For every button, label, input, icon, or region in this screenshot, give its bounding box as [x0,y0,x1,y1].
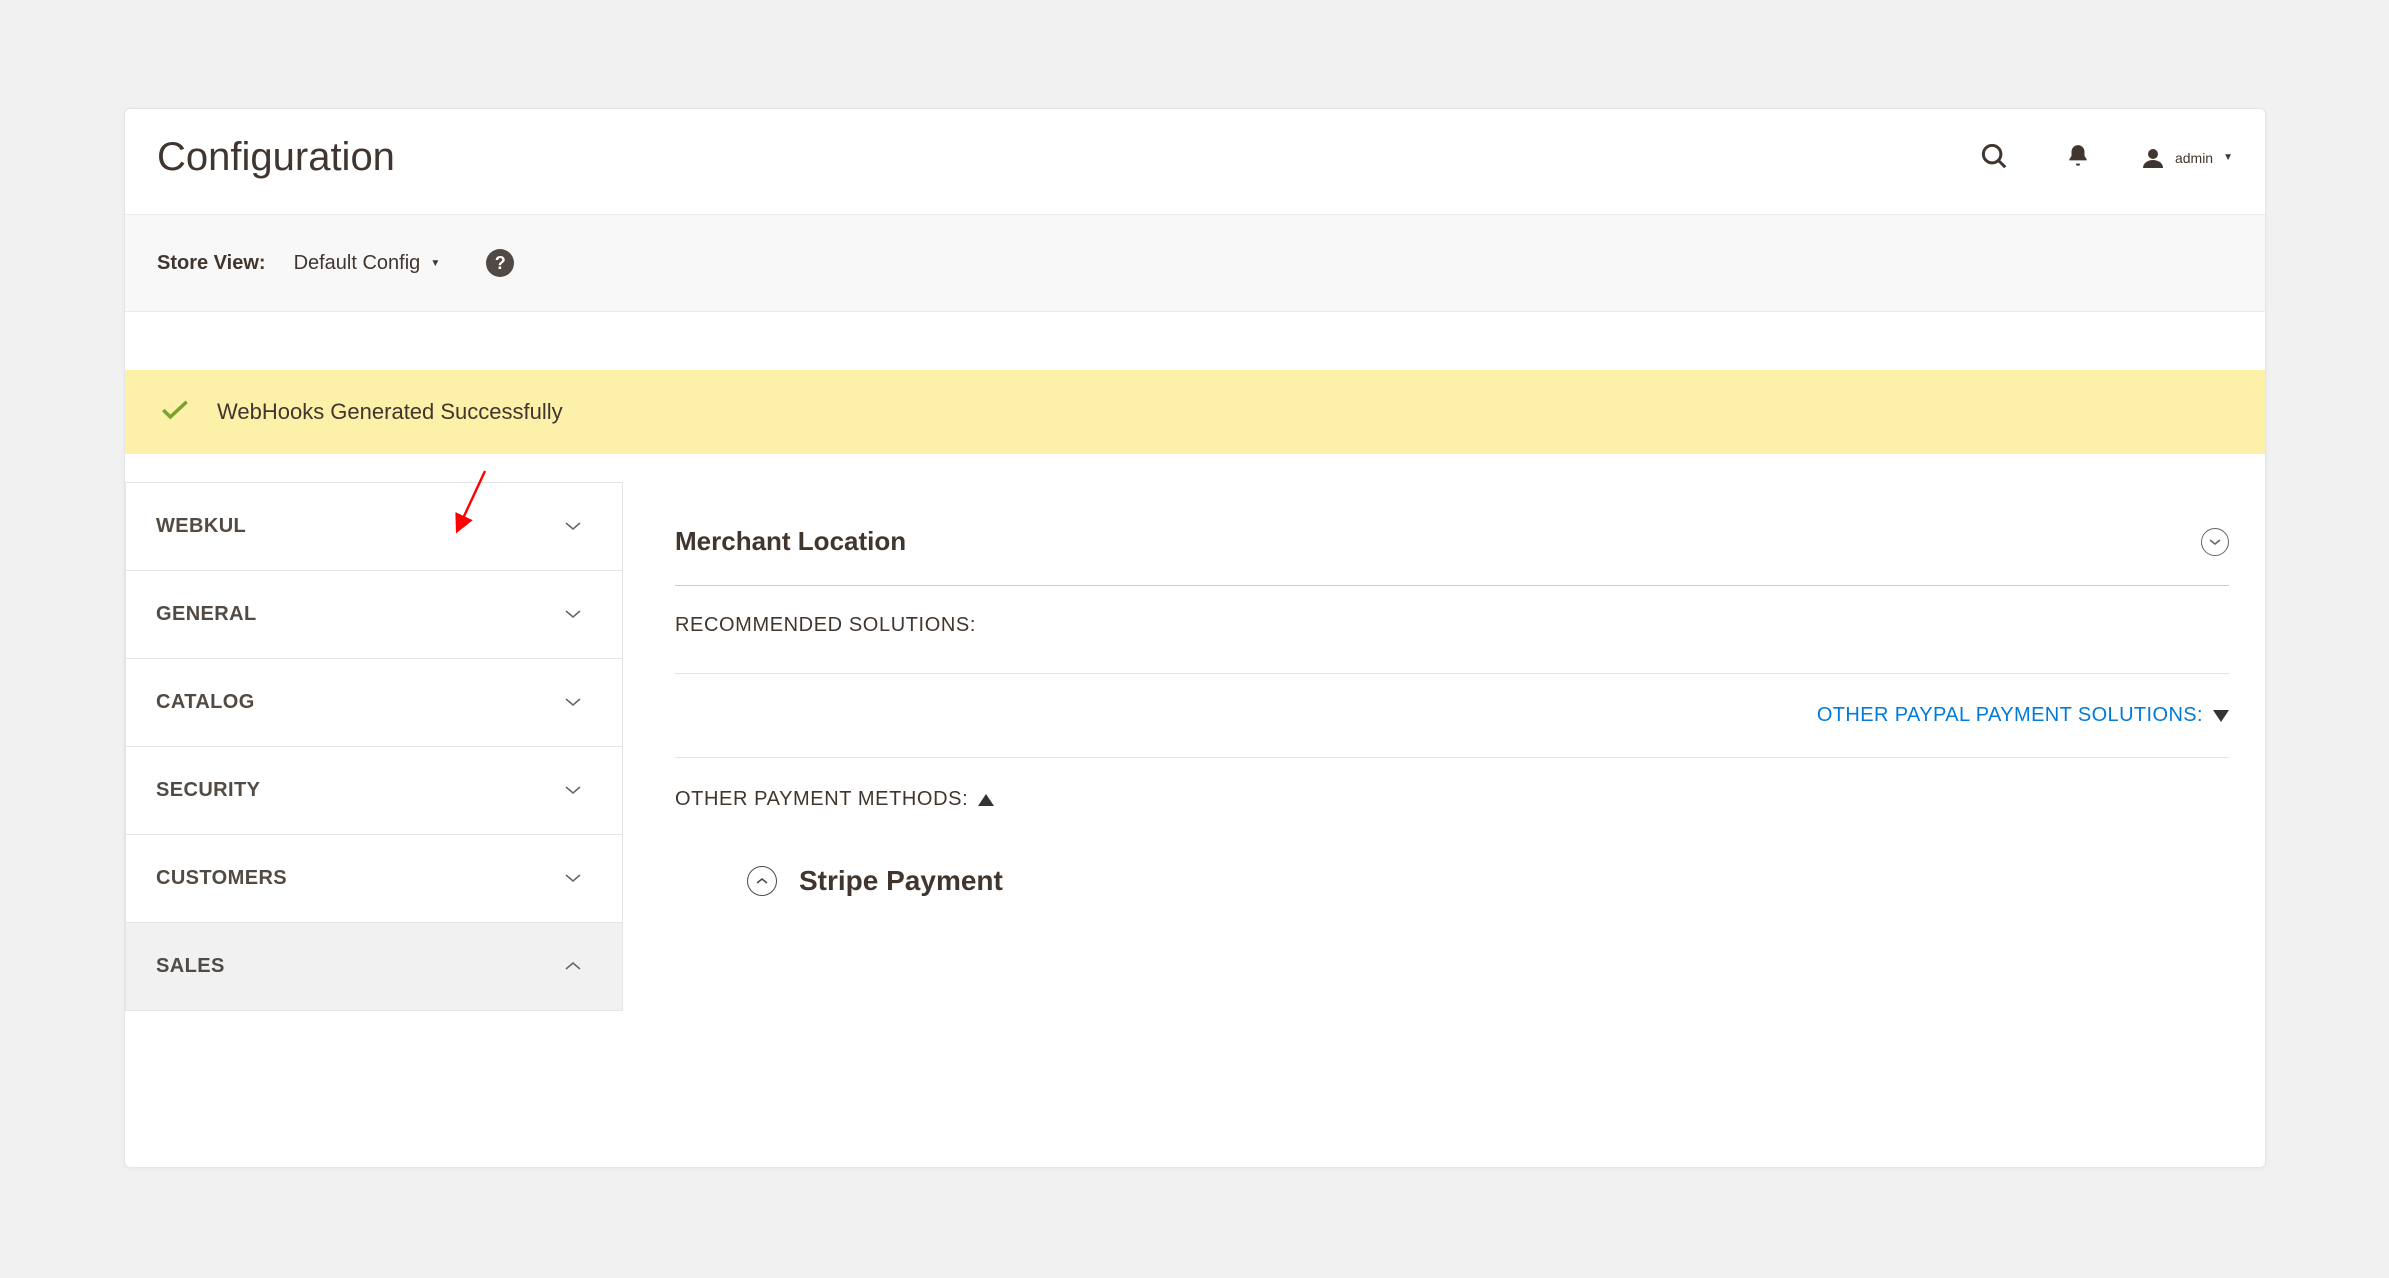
sidebar-item-customers[interactable]: CUSTOMERS [125,835,623,923]
search-icon[interactable] [1973,135,2015,180]
sidebar-item-label: WEBKUL [156,515,246,538]
chevron-down-icon [564,868,582,889]
caret-down-icon: ▼ [2223,152,2233,163]
sidebar-item-label: CUSTOMERS [156,867,287,890]
sidebar-item-label: SECURITY [156,779,260,802]
chevron-down-icon [564,516,582,537]
stripe-payment-row: Stripe Payment [675,821,2229,897]
page-title: Configuration [157,135,395,180]
collapse-toggle-icon[interactable] [2201,528,2229,556]
sidebar-item-label: GENERAL [156,603,257,626]
spacer [125,312,2265,370]
triangle-up-icon [978,794,994,806]
store-view-label: Store View: [157,252,266,275]
chevron-up-icon [564,956,582,977]
chevron-down-icon [564,780,582,801]
chevron-down-icon [564,692,582,713]
expand-toggle-icon[interactable] [747,866,777,896]
alert-message: WebHooks Generated Successfully [217,399,563,425]
sidebar-item-security[interactable]: SECURITY [125,747,623,835]
check-icon [161,396,189,428]
config-panel: Configuration [124,108,2266,1168]
header-actions: admin ▼ [1973,135,2233,180]
sidebar-item-webkul[interactable]: WEBKUL [125,482,623,571]
user-label: admin [2175,150,2213,166]
success-alert: WebHooks Generated Successfully [125,370,2265,454]
triangle-down-icon[interactable] [2213,710,2229,722]
chevron-down-icon [564,604,582,625]
notifications-icon[interactable] [2059,137,2097,178]
merchant-location-title: Merchant Location [675,526,906,557]
panel-header: Configuration [125,109,2265,214]
other-payment-methods-label: OTHER PAYMENT METHODS: [675,788,968,811]
user-icon [2141,146,2165,170]
merchant-location-section[interactable]: Merchant Location [675,508,2229,586]
sidebar-item-label: CATALOG [156,691,255,714]
recommended-solutions-label: RECOMMENDED SOLUTIONS: [675,586,2229,674]
sidebar-item-label: SALES [156,955,225,978]
help-icon[interactable]: ? [486,249,514,277]
paypal-solutions-row: OTHER PAYPAL PAYMENT SOLUTIONS: [675,674,2229,758]
stripe-payment-title: Stripe Payment [799,865,1003,897]
store-view-value: Default Config [294,252,421,275]
sidebar-item-catalog[interactable]: CATALOG [125,659,623,747]
config-sidebar: WEBKUL GENERAL CATALOG [125,482,623,1011]
sidebar-item-sales[interactable]: SALES [125,923,623,1011]
user-menu[interactable]: admin ▼ [2141,146,2233,170]
caret-down-icon: ▼ [430,258,440,269]
paypal-solutions-link[interactable]: OTHER PAYPAL PAYMENT SOLUTIONS: [1817,704,2203,727]
content-area: WEBKUL GENERAL CATALOG [125,454,2265,1011]
sidebar-item-general[interactable]: GENERAL [125,571,623,659]
store-view-select[interactable]: Default Config ▼ [294,252,441,275]
other-payment-methods-toggle[interactable]: OTHER PAYMENT METHODS: [675,758,2229,821]
main-content: Merchant Location RECOMMENDED SOLUTIONS:… [623,482,2265,897]
store-view-row: Store View: Default Config ▼ ? [125,214,2265,312]
